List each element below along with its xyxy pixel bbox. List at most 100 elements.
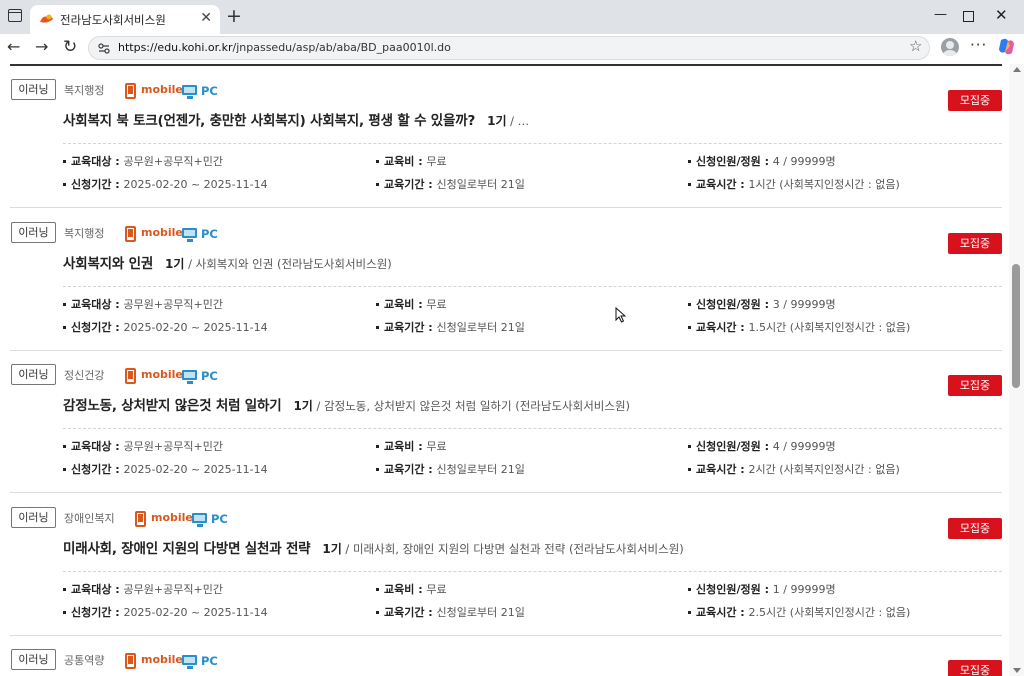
monitor-icon bbox=[182, 655, 197, 669]
course-type-badge: 이러닝 bbox=[11, 649, 56, 670]
course-type-badge: 이러닝 bbox=[11, 79, 56, 100]
bullet-icon bbox=[688, 159, 691, 163]
course-type-badge: 이러닝 bbox=[11, 222, 56, 243]
forward-icon[interactable]: → bbox=[35, 37, 48, 57]
course-category: 복지행정 bbox=[64, 84, 105, 97]
info-label: 교육대상 : bbox=[71, 440, 124, 453]
info-edu-period: 교육기간 : 신청일로부터 21일 bbox=[376, 461, 525, 477]
info-label: 신청인원/정원 : bbox=[696, 583, 773, 596]
bullet-icon bbox=[688, 182, 691, 186]
new-tab-icon[interactable]: + bbox=[226, 6, 242, 26]
info-value: 2025-02-20 ~ 2025-11-14 bbox=[123, 606, 268, 619]
dashed-divider bbox=[63, 428, 1002, 429]
info-edu-time: 교육시간 : 2시간 (사회복지인정시간 : 없음) bbox=[688, 461, 900, 477]
course-divider bbox=[10, 350, 1002, 351]
monitor-icon bbox=[182, 370, 197, 384]
info-value: 2025-02-20 ~ 2025-11-14 bbox=[123, 463, 268, 476]
recruiting-status-button[interactable]: 모집중 bbox=[948, 660, 1002, 676]
info-value: 2025-02-20 ~ 2025-11-14 bbox=[123, 321, 268, 334]
info-label: 교육대상 : bbox=[71, 298, 124, 311]
info-label: 신청기간 : bbox=[71, 463, 124, 476]
course-title[interactable]: 사회복지와 인권 bbox=[63, 256, 153, 272]
mobile-label: mobile bbox=[151, 511, 193, 524]
back-icon[interactable]: ← bbox=[7, 37, 20, 57]
info-label: 신청기간 : bbox=[71, 178, 124, 191]
close-window-icon[interactable]: ✕ bbox=[995, 7, 1008, 23]
mobile-phone-icon bbox=[135, 511, 146, 527]
more-menu-icon[interactable]: ··· bbox=[970, 35, 987, 55]
bullet-icon bbox=[376, 302, 379, 306]
info-apply-period: 신청기간 : 2025-02-20 ~ 2025-11-14 bbox=[63, 461, 268, 477]
url-input[interactable]: https://edu.kohi.or.kr/jnpassedu/asp/ab/… bbox=[88, 36, 930, 60]
maximize-icon[interactable] bbox=[963, 11, 974, 22]
info-value: 4 / 99999명 bbox=[772, 155, 836, 168]
info-value: 무료 bbox=[426, 298, 447, 311]
course-subtitle: 1기 / 미래사회, 장애인 지원의 다방면 실천과 전략 (전라남도사회서비스… bbox=[322, 542, 683, 556]
info-edu-time: 교육시간 : 1시간 (사회복지인정시간 : 없음) bbox=[688, 176, 900, 192]
address-bar-row: ← → ↻ https://edu.kohi.or.kr/jnpassedu/a… bbox=[0, 34, 1024, 62]
course-title[interactable]: 미래사회, 장애인 지원의 다방면 실천과 전략 bbox=[63, 541, 311, 557]
scroll-down-arrow-icon[interactable] bbox=[1013, 668, 1021, 673]
info-target: 교육대상 : 공무원+공무직+민간 bbox=[63, 438, 223, 454]
mobile-phone-icon bbox=[125, 653, 136, 669]
course-subtitle: 1기 / 감정노동, 상처받지 않은것 처럼 일하기 (전라남도사회서비스원) bbox=[293, 399, 630, 413]
course-title-row[interactable]: 미래사회, 장애인 지원의 다방면 실천과 전략 1기 / 미래사회, 장애인 지… bbox=[63, 537, 684, 557]
info-label: 신청기간 : bbox=[71, 606, 124, 619]
bullet-icon bbox=[63, 467, 66, 471]
bullet-icon bbox=[688, 467, 691, 471]
recruiting-status-button[interactable]: 모집중 bbox=[948, 90, 1002, 111]
page-scrollbar[interactable] bbox=[1009, 64, 1024, 676]
info-label: 교육비 : bbox=[384, 155, 427, 168]
info-label: 교육시간 : bbox=[696, 321, 749, 334]
info-label: 교육기간 : bbox=[384, 178, 437, 191]
minimize-icon[interactable]: — bbox=[934, 7, 947, 23]
browser-tab-bar: 전라남도사회서비스원 ✕ + — ✕ bbox=[0, 0, 1024, 34]
tab-actions-icon[interactable] bbox=[8, 9, 22, 22]
info-edu-period: 교육기간 : 신청일로부터 21일 bbox=[376, 604, 525, 620]
favorite-star-icon[interactable]: ☆ bbox=[909, 36, 922, 56]
scroll-up-arrow-icon[interactable] bbox=[1013, 67, 1021, 72]
mouse-cursor-icon bbox=[615, 307, 626, 323]
course-title-row[interactable]: 사회복지 북 토크(언젠가, 충만한 사회복지) 사회복지, 평생 할 수 있을… bbox=[63, 109, 529, 129]
info-value: 1.5시간 (사회복지인정시간 : 없음) bbox=[748, 321, 911, 334]
reload-icon[interactable]: ↻ bbox=[63, 37, 77, 57]
recruiting-status-button[interactable]: 모집중 bbox=[948, 233, 1002, 254]
browser-tab[interactable]: 전라남도사회서비스원 ✕ bbox=[30, 5, 220, 34]
info-value: 3 / 99999명 bbox=[772, 298, 836, 311]
profile-avatar-icon[interactable] bbox=[941, 38, 959, 56]
bullet-icon bbox=[63, 182, 66, 186]
scroll-thumb[interactable] bbox=[1012, 264, 1020, 388]
info-value: 신청일로부터 21일 bbox=[436, 321, 525, 334]
bullet-icon bbox=[63, 444, 66, 448]
monitor-icon bbox=[192, 513, 207, 527]
course-subtitle-text: / 사회복지와 인권 (전라남도사회서비스원) bbox=[184, 257, 392, 271]
course-title-row[interactable]: 사회복지와 인권 1기 / 사회복지와 인권 (전라남도사회서비스원) bbox=[63, 252, 392, 272]
info-fee: 교육비 : 무료 bbox=[376, 438, 447, 454]
info-value: 1 / 99999명 bbox=[772, 583, 836, 596]
site-info-icon[interactable] bbox=[97, 41, 111, 55]
info-value: 2025-02-20 ~ 2025-11-14 bbox=[123, 178, 268, 191]
course-divider bbox=[10, 207, 1002, 208]
recruiting-status-button[interactable]: 모집중 bbox=[948, 518, 1002, 539]
info-edu-time: 교육시간 : 2.5시간 (사회복지인정시간 : 없음) bbox=[688, 604, 910, 620]
course-title[interactable]: 사회복지 북 토크(언젠가, 충만한 사회복지) 사회복지, 평생 할 수 있을… bbox=[63, 113, 475, 129]
bullet-icon bbox=[63, 302, 66, 306]
bullet-icon bbox=[63, 325, 66, 329]
info-target: 교육대상 : 공무원+공무직+민간 bbox=[63, 581, 223, 597]
info-label: 교육기간 : bbox=[384, 321, 437, 334]
info-value: 공무원+공무직+민간 bbox=[123, 155, 223, 168]
tab-title: 전라남도사회서비스원 bbox=[60, 13, 166, 27]
info-apply-period: 신청기간 : 2025-02-20 ~ 2025-11-14 bbox=[63, 176, 268, 192]
course-title-row[interactable]: 감정노동, 상처받지 않은것 처럼 일하기 1기 / 감정노동, 상처받지 않은것… bbox=[63, 394, 630, 414]
bullet-icon bbox=[376, 467, 379, 471]
pc-label: PC bbox=[211, 512, 228, 526]
tab-close-icon[interactable]: ✕ bbox=[200, 10, 212, 26]
course-title[interactable]: 감정노동, 상처받지 않은것 처럼 일하기 bbox=[63, 398, 282, 414]
mobile-label: mobile bbox=[141, 226, 183, 239]
info-label: 교육비 : bbox=[384, 583, 427, 596]
recruiting-status-button[interactable]: 모집중 bbox=[948, 375, 1002, 396]
copilot-icon[interactable] bbox=[997, 37, 1016, 56]
mobile-phone-icon bbox=[125, 226, 136, 242]
info-edu-period: 교육기간 : 신청일로부터 21일 bbox=[376, 319, 525, 335]
info-capacity: 신청인원/정원 : 4 / 99999명 bbox=[688, 153, 836, 169]
